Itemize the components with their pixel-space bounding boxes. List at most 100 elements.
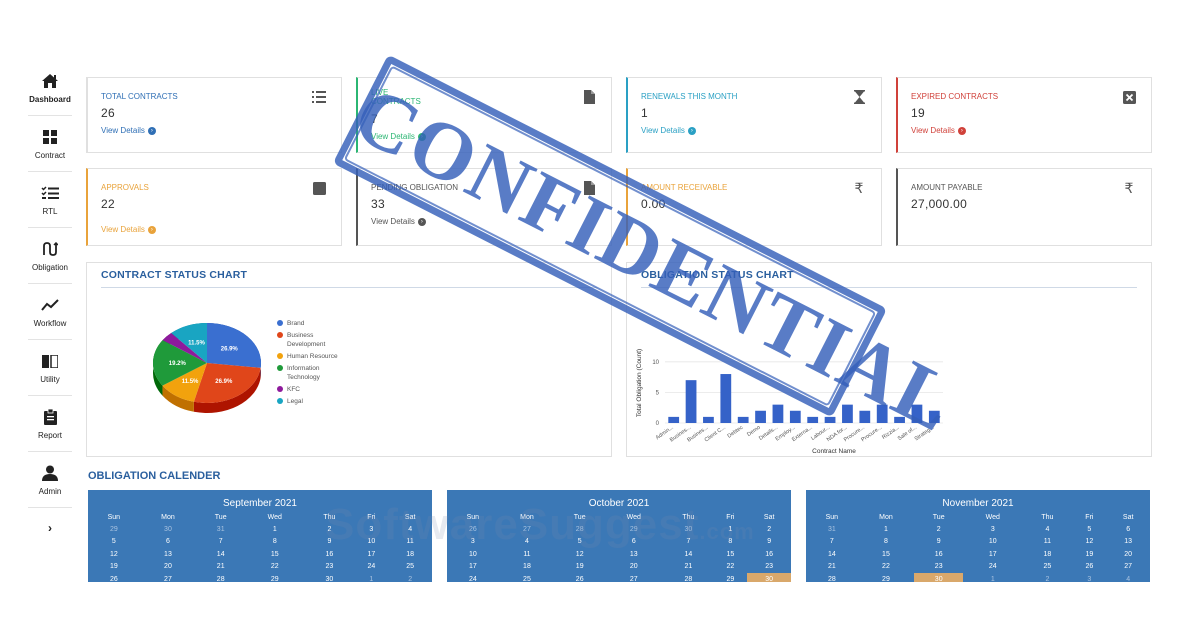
calendar-day[interactable]: 13 bbox=[604, 548, 663, 561]
calendar-day[interactable]: 13 bbox=[1106, 536, 1150, 549]
calendar-day[interactable]: 15 bbox=[245, 548, 304, 561]
calendar-day[interactable]: 12 bbox=[555, 548, 604, 561]
view-details-link[interactable]: View Details › bbox=[911, 126, 966, 135]
sidebar-item-obligation[interactable]: Obligation bbox=[28, 228, 72, 284]
calendar-day[interactable]: 30 bbox=[304, 573, 354, 582]
calendar-day[interactable]: 29 bbox=[88, 523, 140, 536]
bar[interactable] bbox=[755, 410, 766, 423]
calendar-day[interactable]: 20 bbox=[604, 561, 663, 574]
calendar-day[interactable]: 29 bbox=[604, 523, 663, 536]
calendar-day[interactable]: 8 bbox=[858, 536, 915, 549]
view-details-link[interactable]: View Details › bbox=[101, 126, 156, 135]
calendar-day[interactable]: 27 bbox=[499, 523, 556, 536]
calendar-day[interactable]: 1 bbox=[963, 573, 1022, 582]
calendar-day[interactable]: 4 bbox=[388, 523, 432, 536]
calendar-day[interactable]: 24 bbox=[963, 561, 1022, 574]
calendar-day[interactable]: 17 bbox=[354, 548, 388, 561]
calendar-day[interactable]: 30 bbox=[663, 523, 713, 536]
bar[interactable] bbox=[876, 404, 888, 423]
calendar-day[interactable]: 11 bbox=[499, 548, 556, 561]
calendar-day[interactable]: 1 bbox=[858, 523, 915, 536]
calendar-day[interactable]: 2 bbox=[388, 573, 432, 582]
calendar-day[interactable]: 21 bbox=[806, 561, 858, 574]
calendar-day[interactable]: 20 bbox=[1106, 548, 1150, 561]
calendar-day[interactable]: 8 bbox=[245, 536, 304, 549]
calendar-day[interactable]: 5 bbox=[88, 536, 140, 549]
calendar-day[interactable]: 26 bbox=[447, 523, 499, 536]
calendar-day[interactable]: 9 bbox=[914, 536, 963, 549]
calendar-day[interactable]: 16 bbox=[304, 548, 354, 561]
calendar-day[interactable]: 5 bbox=[1072, 523, 1106, 536]
calendar-day[interactable]: 28 bbox=[196, 573, 245, 582]
calendar-day[interactable]: 3 bbox=[1072, 573, 1106, 582]
calendar-day[interactable]: 7 bbox=[806, 536, 858, 549]
calendar-day[interactable]: 13 bbox=[140, 548, 197, 561]
view-details-link[interactable]: View Details › bbox=[371, 132, 426, 141]
calendar-day[interactable]: 27 bbox=[1106, 561, 1150, 574]
calendar-day[interactable]: 18 bbox=[1022, 548, 1072, 561]
calendar-day[interactable]: 4 bbox=[1106, 573, 1150, 582]
calendar-day[interactable]: 3 bbox=[447, 536, 499, 549]
calendar-day[interactable]: 12 bbox=[88, 548, 140, 561]
calendar-day[interactable]: 28 bbox=[663, 573, 713, 582]
calendar-day[interactable]: 26 bbox=[88, 573, 140, 582]
calendar-day[interactable]: 2 bbox=[747, 523, 791, 536]
calendar-day[interactable]: 23 bbox=[747, 561, 791, 574]
calendar-day[interactable]: 1 bbox=[245, 523, 304, 536]
calendar-month[interactable]: November 2021 Sun Mon Tue Wed Thu Fri Sat 31 1 2 3 4… bbox=[806, 490, 1150, 582]
calendar-day[interactable]: 7 bbox=[196, 536, 245, 549]
bar[interactable] bbox=[668, 416, 680, 423]
calendar-day[interactable]: 6 bbox=[604, 536, 663, 549]
calendar-day[interactable]: 3 bbox=[963, 523, 1022, 536]
calendar-day[interactable]: 3 bbox=[354, 523, 388, 536]
calendar-day[interactable]: 10 bbox=[447, 548, 499, 561]
bar[interactable] bbox=[859, 410, 871, 423]
calendar-day[interactable]: 19 bbox=[88, 561, 140, 574]
view-details-link[interactable]: View Details › bbox=[641, 126, 696, 135]
bar[interactable] bbox=[894, 416, 905, 423]
calendar-day[interactable]: 4 bbox=[499, 536, 556, 549]
calendar-day[interactable]: 21 bbox=[196, 561, 245, 574]
sidebar-item-rtl[interactable]: RTL bbox=[28, 172, 72, 228]
calendar-day[interactable]: 29 bbox=[858, 573, 915, 582]
calendar-day[interactable]: 19 bbox=[555, 561, 604, 574]
calendar-day[interactable]: 8 bbox=[713, 536, 747, 549]
sidebar-item-contract[interactable]: Contract bbox=[28, 116, 72, 172]
calendar-day[interactable]: 17 bbox=[963, 548, 1022, 561]
calendar-day[interactable]: 23 bbox=[304, 561, 354, 574]
calendar-day[interactable]: 27 bbox=[604, 573, 663, 582]
calendar-day[interactable]: 25 bbox=[499, 573, 556, 582]
sidebar-expand-button[interactable]: › bbox=[28, 508, 72, 548]
calendar-day[interactable]: 18 bbox=[499, 561, 556, 574]
bar[interactable] bbox=[737, 416, 749, 423]
sidebar-item-utility[interactable]: Utility bbox=[28, 340, 72, 396]
calendar-day[interactable]: 25 bbox=[388, 561, 432, 574]
calendar-day[interactable]: 29 bbox=[245, 573, 304, 582]
calendar-day[interactable]: 24 bbox=[354, 561, 388, 574]
calendar-day[interactable]: 2 bbox=[914, 523, 963, 536]
bar[interactable] bbox=[824, 416, 836, 423]
calendar-day[interactable]: 24 bbox=[447, 573, 499, 582]
calendar-day[interactable]: 22 bbox=[713, 561, 747, 574]
calendar-day[interactable]: 10 bbox=[354, 536, 388, 549]
sidebar-item-workflow[interactable]: Workflow bbox=[28, 284, 72, 340]
calendar-day[interactable]: 7 bbox=[663, 536, 713, 549]
calendar-day[interactable]: 26 bbox=[555, 573, 604, 582]
calendar-day[interactable]: 6 bbox=[1106, 523, 1150, 536]
calendar-day[interactable]: 10 bbox=[963, 536, 1022, 549]
calendar-day[interactable]: 20 bbox=[140, 561, 197, 574]
calendar-day[interactable]: 14 bbox=[806, 548, 858, 561]
calendar-day[interactable]: 26 bbox=[1072, 561, 1106, 574]
calendar-day[interactable]: 29 bbox=[713, 573, 747, 582]
calendar-day[interactable]: 25 bbox=[1022, 561, 1072, 574]
calendar-day[interactable]: 9 bbox=[304, 536, 354, 549]
calendar-day[interactable]: 23 bbox=[914, 561, 963, 574]
calendar-day[interactable]: 15 bbox=[713, 548, 747, 561]
calendar-day[interactable]: 9 bbox=[747, 536, 791, 549]
calendar-day[interactable]: 11 bbox=[1022, 536, 1072, 549]
bar[interactable] bbox=[807, 416, 819, 423]
calendar-month[interactable]: September 2021 Sun Mon Tue Wed Thu Fri Sat 29 30 3… bbox=[88, 490, 432, 582]
calendar-day[interactable]: 31 bbox=[196, 523, 245, 536]
calendar-day[interactable]: 14 bbox=[663, 548, 713, 561]
calendar-day[interactable]: 16 bbox=[747, 548, 791, 561]
